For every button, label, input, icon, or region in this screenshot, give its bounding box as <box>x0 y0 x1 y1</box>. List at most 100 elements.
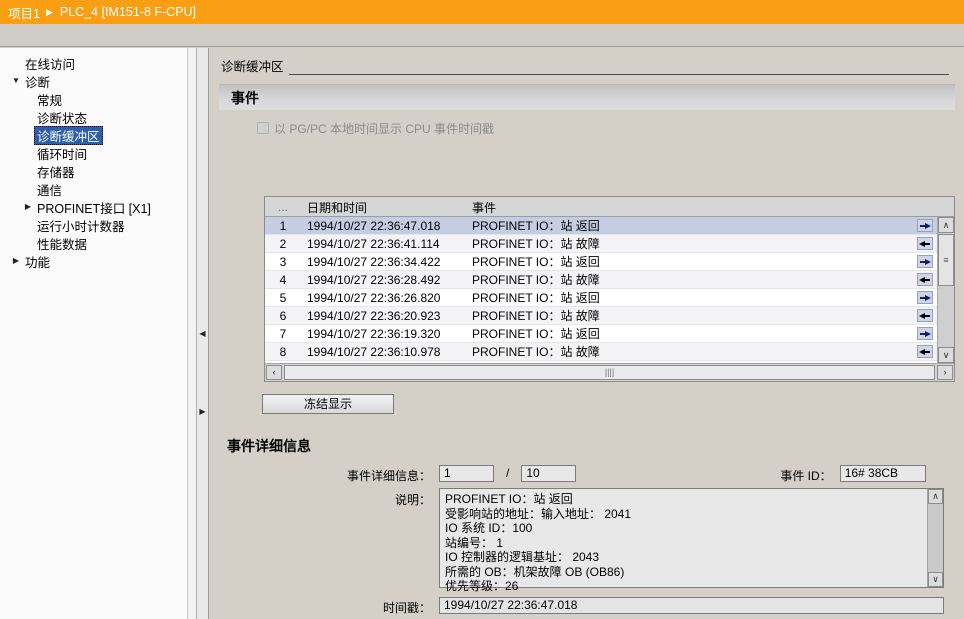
sidebar-item-1[interactable]: ▼诊断 <box>0 72 196 90</box>
event-row-index: 2 <box>265 237 301 251</box>
breadcrumb-device[interactable]: PLC_4 [IM151-8 F-CPU] <box>60 5 196 19</box>
events-table-header: ... 日期和时间 事件 <box>265 197 954 217</box>
sidebar-item-label: 常规 <box>34 90 65 109</box>
description-vertical-scrollbar[interactable]: ∧ ∨ <box>927 489 943 587</box>
sidebar-item-8[interactable]: ▶PROFINET接口 [X1] <box>0 198 196 216</box>
event-row-index: 6 <box>265 309 301 323</box>
table-row[interactable]: 11994/10/27 22:36:47.018PROFINET IO：站 返回 <box>265 217 937 235</box>
event-row-event: PROFINET IO：站 返回 <box>466 289 937 306</box>
toolbar-band <box>0 24 964 47</box>
event-row-index: 3 <box>265 255 301 269</box>
event-row-index: 8 <box>265 345 301 359</box>
event-row-datetime: 1994/10/27 22:36:34.422 <box>301 255 466 269</box>
event-timestamp-row: 时间戳： 1994/10/27 22:36:47.018 <box>219 597 955 616</box>
event-row-event: PROFINET IO：站 故障 <box>466 235 937 252</box>
sidebar-item-9[interactable]: 运行小时计数器 <box>0 216 196 234</box>
sidebar-item-label: 功能 <box>22 252 53 271</box>
sidebar-item-2[interactable]: 常规 <box>0 90 196 108</box>
events-section-header: 事件 <box>219 84 955 110</box>
description-scroll-down-icon[interactable]: ∨ <box>928 572 943 587</box>
sidebar-item-label: 运行小时计数器 <box>34 216 128 235</box>
event-row-event: PROFINET IO：站 返回 <box>466 253 937 270</box>
event-row-datetime: 1994/10/27 22:36:20.923 <box>301 309 466 323</box>
event-row-datetime: 1994/10/27 22:36:28.492 <box>301 273 466 287</box>
outgoing-event-icon <box>917 219 933 232</box>
event-row-event: PROFINET IO：站 故障 <box>466 343 937 360</box>
column-header-datetime[interactable]: 日期和时间 <box>301 197 466 217</box>
sidebar-scrollbar[interactable] <box>187 48 196 619</box>
event-row-datetime: 1994/10/27 22:36:41.114 <box>301 237 466 251</box>
event-row-event: PROFINET IO：站 返回 <box>466 217 937 234</box>
tab-underline <box>289 74 949 75</box>
event-row-event: PROFINET IO：站 故障 <box>466 271 937 288</box>
event-detail-index-row: 事件详细信息： 1 / 10 事件 ID： 16# 38CB <box>219 465 955 484</box>
sidebar-item-11[interactable]: ▶功能 <box>0 252 196 270</box>
checkbox-icon[interactable] <box>257 122 269 134</box>
collapse-left-icon[interactable]: ◀ <box>198 328 207 340</box>
tab-diagnostic-buffer[interactable]: 诊断缓冲区 <box>219 56 288 77</box>
events-table-vertical-scrollbar[interactable]: ∧ ≡ ∨ <box>937 217 954 363</box>
sidebar-item-label: 诊断状态 <box>34 108 90 127</box>
application-window: 项目1 ▶ PLC_4 [IM151-8 F-CPU] 在线访问▼诊断常规诊断状… <box>0 0 964 619</box>
table-row[interactable]: 21994/10/27 22:36:41.114PROFINET IO：站 故障 <box>265 235 937 253</box>
events-table-horizontal-scrollbar[interactable]: ‹ |||| › <box>265 363 954 381</box>
sidebar-item-6[interactable]: 存储器 <box>0 162 196 180</box>
sidebar-item-7[interactable]: 通信 <box>0 180 196 198</box>
chevron-right-icon[interactable]: ▶ <box>10 257 22 265</box>
scroll-up-icon[interactable]: ∧ <box>938 217 954 233</box>
events-table-body: 11994/10/27 22:36:47.018PROFINET IO：站 返回… <box>265 217 937 363</box>
sidebar-item-label: 循环时间 <box>34 144 90 163</box>
event-row-index: 1 <box>265 219 301 233</box>
sidebar-item-0[interactable]: 在线访问 <box>0 54 196 72</box>
incoming-event-icon <box>917 273 933 286</box>
event-details-title: 事件详细信息 <box>227 436 311 456</box>
breadcrumb-project[interactable]: 项目1 <box>8 3 40 22</box>
sidebar-item-label: 存储器 <box>34 162 78 181</box>
incoming-event-icon <box>917 309 933 322</box>
table-row[interactable]: 61994/10/27 22:36:20.923PROFINET IO：站 故障 <box>265 307 937 325</box>
table-row[interactable]: 71994/10/27 22:36:19.320PROFINET IO：站 返回 <box>265 325 937 343</box>
event-row-event: PROFINET IO：站 故障 <box>466 307 937 324</box>
sidebar-item-label: PROFINET接口 [X1] <box>34 198 154 217</box>
event-timestamp-value[interactable]: 1994/10/27 22:36:47.018 <box>439 597 944 614</box>
main-content: 诊断缓冲区 事件 以 PG/PC 本地时间显示 CPU 事件时间戳 ... 日期… <box>209 48 964 619</box>
event-row-datetime: 1994/10/27 22:36:10.978 <box>301 345 466 359</box>
panel-splitter[interactable]: ◀ ▶ <box>197 48 209 619</box>
column-header-event[interactable]: 事件 <box>466 197 954 217</box>
chevron-down-icon[interactable]: ▼ <box>10 77 22 85</box>
sidebar-item-3[interactable]: 诊断状态 <box>0 108 196 126</box>
sidebar-item-5[interactable]: 循环时间 <box>0 144 196 162</box>
outgoing-event-icon <box>917 327 933 340</box>
description-scroll-up-icon[interactable]: ∧ <box>928 489 943 504</box>
event-row-datetime: 1994/10/27 22:36:19.320 <box>301 327 466 341</box>
horizontal-scrollbar-thumb[interactable]: |||| <box>284 365 935 380</box>
diagnostic-buffer-panel: 事件 以 PG/PC 本地时间显示 CPU 事件时间戳 ... 日期和时间 事件… <box>219 84 955 619</box>
scroll-down-icon[interactable]: ∨ <box>938 347 954 363</box>
sidebar-item-4[interactable]: 诊断缓冲区 <box>0 126 196 144</box>
vertical-scrollbar-thumb[interactable]: ≡ <box>938 234 954 286</box>
scroll-right-icon[interactable]: › <box>937 365 953 380</box>
table-row[interactable]: 41994/10/27 22:36:28.492PROFINET IO：站 故障 <box>265 271 937 289</box>
freeze-display-button[interactable]: 冻结显示 <box>262 394 394 414</box>
event-description-box[interactable]: PROFINET IO：站 返回 受影响站的地址：输入地址： 2041 IO 系… <box>439 488 944 588</box>
event-detail-index-input[interactable]: 1 <box>439 465 494 482</box>
navigation-sidebar: 在线访问▼诊断常规诊断状态诊断缓冲区循环时间存储器通信▶PROFINET接口 [… <box>0 48 197 619</box>
event-row-index: 7 <box>265 327 301 341</box>
collapse-right-icon[interactable]: ▶ <box>198 406 207 418</box>
table-row[interactable]: 31994/10/27 22:36:34.422PROFINET IO：站 返回 <box>265 253 937 271</box>
event-detail-total-input[interactable]: 10 <box>521 465 576 482</box>
chevron-right-icon[interactable]: ▶ <box>22 203 34 211</box>
sidebar-item-10[interactable]: 性能数据 <box>0 234 196 252</box>
table-row[interactable]: 81994/10/27 22:36:10.978PROFINET IO：站 故障 <box>265 343 937 361</box>
local-time-checkbox-label: 以 PG/PC 本地时间显示 CPU 事件时间戳 <box>274 120 494 137</box>
column-header-index[interactable]: ... <box>265 197 301 217</box>
scroll-left-icon[interactable]: ‹ <box>266 365 282 380</box>
event-id-label: 事件 ID： <box>780 465 831 484</box>
table-row[interactable]: 51994/10/27 22:36:26.820PROFINET IO：站 返回 <box>265 289 937 307</box>
sidebar-item-label: 性能数据 <box>34 234 90 253</box>
sidebar-item-label: 通信 <box>34 180 65 199</box>
local-time-checkbox-row[interactable]: 以 PG/PC 本地时间显示 CPU 事件时间戳 <box>257 119 955 137</box>
index-separator: / <box>506 465 509 480</box>
tab-bar: 诊断缓冲区 <box>209 56 955 78</box>
event-id-value[interactable]: 16# 38CB <box>840 465 926 482</box>
